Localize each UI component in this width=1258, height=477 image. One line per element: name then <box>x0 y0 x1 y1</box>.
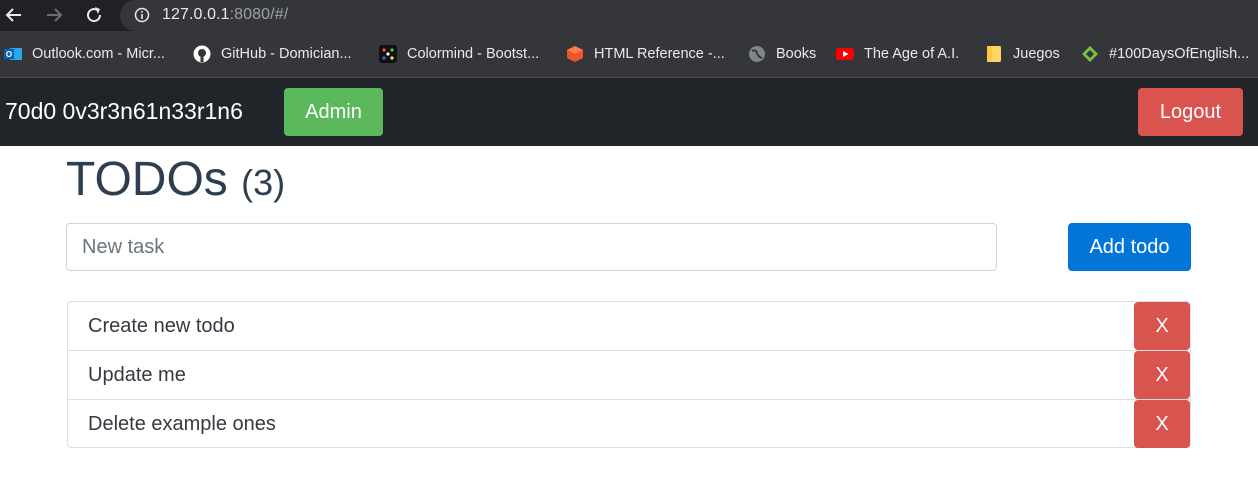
bookmark-books[interactable]: Books <box>748 45 816 63</box>
green-diamond-icon <box>1082 46 1098 62</box>
back-button[interactable] <box>2 3 26 27</box>
github-icon <box>193 45 211 63</box>
add-todo-button[interactable]: Add todo <box>1068 223 1191 271</box>
todo-item[interactable]: Create new todo X <box>68 302 1190 351</box>
app-navbar: 70d0 0v3r3n61n33r1n6 Admin Logout <box>0 78 1258 146</box>
bookmark-age-of-ai[interactable]: The Age of A.I. <box>836 45 959 63</box>
delete-todo-button[interactable]: X <box>1134 351 1190 399</box>
bookmark-outlook[interactable]: O Outlook.com - Micr... <box>4 45 165 63</box>
page-title-text: TODOs <box>66 153 228 206</box>
back-arrow-icon <box>5 8 21 22</box>
admin-button[interactable]: Admin <box>284 88 383 136</box>
forward-button[interactable] <box>42 3 66 27</box>
bookmark-100daysofenglish[interactable]: #100DaysOfEnglish... <box>1081 45 1249 63</box>
bookmark-label: Colormind - Bootst... <box>407 46 540 62</box>
bookmarks-bar: O Outlook.com - Micr... GitHub - Domicia… <box>0 31 1258 78</box>
browser-toolbar: 127.0.0.1:8080/#/ <box>0 0 1258 31</box>
reload-button[interactable] <box>82 3 106 27</box>
brand-title[interactable]: 70d0 0v3r3n61n33r1n6 <box>5 98 243 125</box>
bookmark-colormind[interactable]: Colormind - Bootst... <box>379 45 539 63</box>
globe-icon <box>749 46 765 62</box>
bookmark-juegos[interactable]: Juegos <box>985 45 1060 63</box>
bookmark-label: Books <box>776 46 817 62</box>
bookmark-html-reference[interactable]: HTML Reference -... <box>566 45 725 63</box>
todo-item[interactable]: Update me X <box>68 350 1190 399</box>
bookmark-label: GitHub - Domician... <box>221 46 352 62</box>
todo-item[interactable]: Delete example ones X <box>68 399 1190 448</box>
bookmark-label: Juegos <box>1013 46 1060 62</box>
reload-icon <box>87 7 102 23</box>
delete-todo-button[interactable]: X <box>1134 302 1190 350</box>
todo-text[interactable]: Delete example ones <box>88 413 276 436</box>
outlook-icon: O <box>4 48 22 60</box>
todo-text[interactable]: Create new todo <box>88 315 235 338</box>
url-text: 127.0.0.1:8080/#/ <box>162 6 289 23</box>
delete-todo-button[interactable]: X <box>1134 400 1190 448</box>
todo-count: (3) <box>241 162 286 203</box>
new-task-input[interactable] <box>66 223 997 271</box>
todo-text[interactable]: Update me <box>88 364 186 387</box>
forward-arrow-icon <box>47 8 63 22</box>
html-reference-icon <box>567 46 583 62</box>
logout-button[interactable]: Logout <box>1138 88 1243 136</box>
todo-list: Create new todo X Update me X Delete exa… <box>67 301 1191 448</box>
bookmark-label: HTML Reference -... <box>594 46 725 62</box>
folder-icon <box>987 46 1001 62</box>
page-title: TODOs (3) <box>66 152 285 211</box>
youtube-icon <box>836 48 854 60</box>
bookmark-label: #100DaysOfEnglish... <box>1109 46 1250 62</box>
bookmark-github[interactable]: GitHub - Domician... <box>193 45 352 63</box>
bookmark-label: The Age of A.I. <box>864 46 960 62</box>
info-icon[interactable] <box>134 7 150 23</box>
colormind-icon <box>379 45 397 63</box>
svg-text:O: O <box>6 50 12 59</box>
bookmark-label: Outlook.com - Micr... <box>32 46 165 62</box>
address-bar[interactable]: 127.0.0.1:8080/#/ <box>120 0 1258 31</box>
